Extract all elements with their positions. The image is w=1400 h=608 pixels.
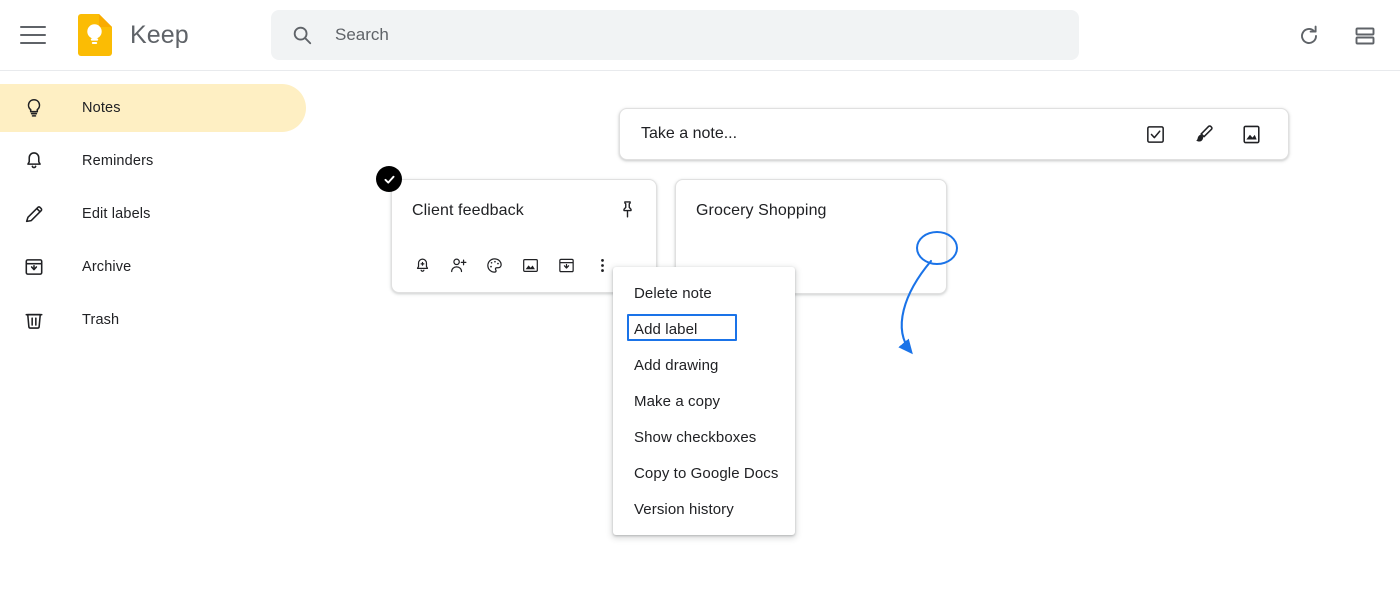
brand: Keep — [76, 14, 189, 56]
archive-icon — [22, 255, 46, 279]
sidebar-item-label: Edit labels — [82, 206, 151, 222]
bell-icon — [22, 149, 46, 173]
archive-icon[interactable] — [548, 248, 584, 282]
menu-item-copy-to-google-docs[interactable]: Copy to Google Docs — [613, 455, 795, 491]
menu-item-add-drawing[interactable]: Add drawing — [613, 347, 795, 383]
hamburger-icon[interactable] — [10, 12, 56, 58]
sidebar-item-label: Trash — [82, 312, 120, 328]
note-title: Client feedback — [412, 202, 524, 219]
menu-item-label: Show checkboxes — [634, 428, 757, 446]
sidebar-item-reminders[interactable]: Reminders — [0, 137, 306, 185]
menu-item-delete-note[interactable]: Delete note — [613, 275, 795, 311]
sidebar: Notes Reminders Edit labels Archive Tras… — [0, 71, 306, 608]
app-header: Keep Search — [0, 0, 1400, 71]
sidebar-item-label: Reminders — [82, 153, 154, 169]
brush-icon[interactable] — [1190, 121, 1216, 147]
palette-icon[interactable] — [476, 248, 512, 282]
keep-logo-icon — [76, 14, 114, 56]
note-toolbar — [404, 248, 620, 282]
search-icon — [291, 24, 313, 46]
menu-item-label: Add label — [634, 320, 698, 338]
person-plus-icon[interactable] — [440, 248, 476, 282]
bell-plus-icon[interactable] — [404, 248, 440, 282]
sidebar-item-notes[interactable]: Notes — [0, 84, 306, 132]
sidebar-item-label: Notes — [82, 100, 121, 116]
trash-icon — [22, 308, 46, 332]
take-a-note-input[interactable]: Take a note... — [641, 125, 737, 143]
pencil-icon — [22, 202, 46, 226]
menu-item-show-checkboxes[interactable]: Show checkboxes — [613, 419, 795, 455]
note-context-menu: Delete note Add label Add drawing Make a… — [613, 267, 795, 535]
take-a-note-bar[interactable]: Take a note... — [619, 108, 1289, 160]
menu-item-label: Copy to Google Docs — [634, 464, 779, 482]
header-actions — [1288, 0, 1386, 71]
sidebar-item-label: Archive — [82, 259, 132, 275]
menu-item-version-history[interactable]: Version history — [613, 491, 795, 527]
note-title: Grocery Shopping — [696, 202, 827, 219]
menu-item-label: Make a copy — [634, 392, 721, 410]
take-a-note-actions — [1142, 121, 1264, 147]
list-view-icon[interactable] — [1344, 15, 1386, 57]
menu-item-label: Delete note — [634, 284, 712, 302]
lightbulb-icon — [22, 96, 46, 120]
image-icon[interactable] — [512, 248, 548, 282]
sidebar-item-trash[interactable]: Trash — [0, 296, 306, 344]
note-selected-check-icon[interactable] — [376, 166, 402, 192]
search-bar[interactable]: Search — [271, 10, 1079, 60]
main-content: Take a note... Client feedback Grocery S… — [306, 71, 1400, 608]
image-icon[interactable] — [1238, 121, 1264, 147]
app-title: Keep — [130, 20, 189, 49]
search-input[interactable]: Search — [335, 25, 389, 45]
sidebar-item-archive[interactable]: Archive — [0, 243, 306, 291]
menu-item-make-a-copy[interactable]: Make a copy — [613, 383, 795, 419]
keep-app-window: Keep Search Notes Reminders Edit labels … — [0, 0, 1400, 608]
sidebar-item-edit-labels[interactable]: Edit labels — [0, 190, 306, 238]
pin-icon[interactable] — [614, 196, 640, 222]
checkbox-icon[interactable] — [1142, 121, 1168, 147]
menu-item-add-label[interactable]: Add label — [613, 311, 795, 347]
menu-item-label: Add drawing — [634, 356, 719, 374]
refresh-icon[interactable] — [1288, 15, 1330, 57]
menu-item-label: Version history — [634, 500, 734, 518]
